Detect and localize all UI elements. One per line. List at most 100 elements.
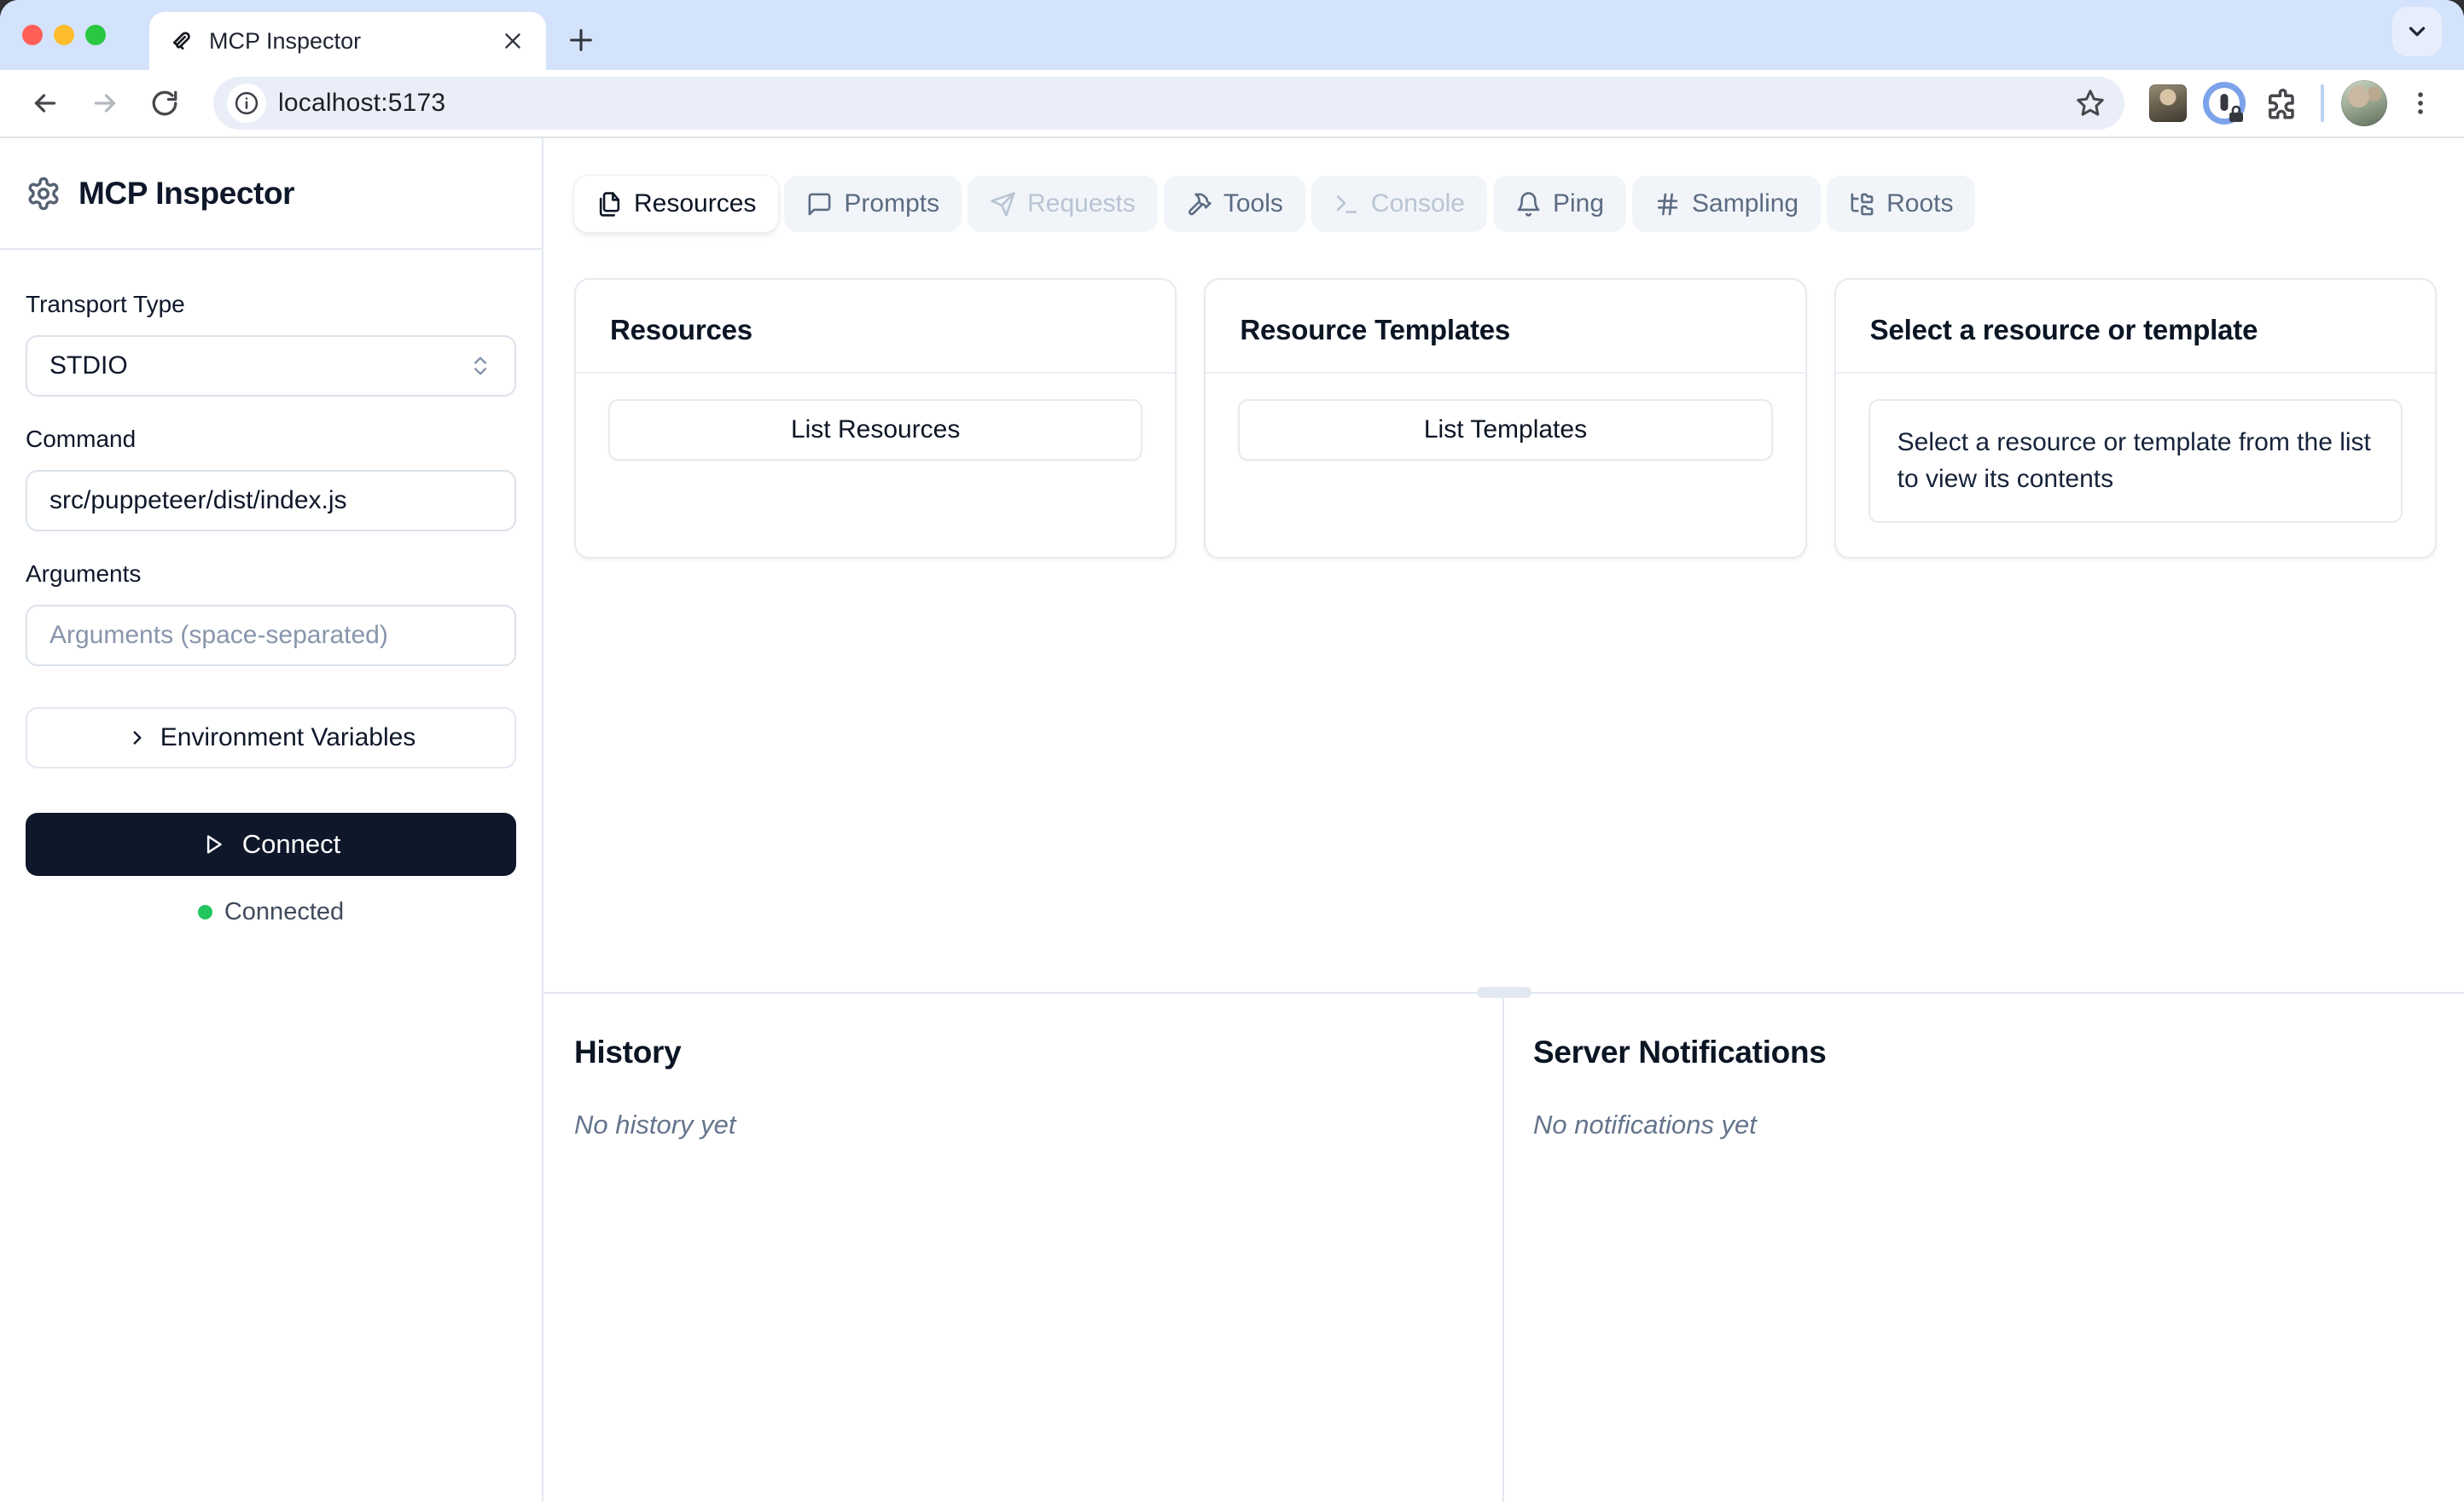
tab-list: Resources Prompts Requests Tools Console… (574, 176, 2437, 232)
tab-resources[interactable]: Resources (574, 176, 779, 232)
browser-window: MCP Inspector localhost:5173 MCP Inspect… (0, 0, 2464, 1502)
bell-icon (1517, 191, 1540, 217)
mcp-inspector-app: MCP Inspector Transport Type STDIO Comma… (0, 138, 2464, 1502)
list-resources-button[interactable]: List Resources (608, 399, 1143, 461)
folder-tree-icon (1851, 193, 1874, 215)
toolbar-separator (2321, 84, 2324, 122)
hash-icon (1657, 193, 1678, 215)
reload-icon (152, 90, 177, 116)
tab-requests[interactable]: Requests (968, 176, 1158, 232)
arguments-field (26, 605, 516, 666)
connection-status: Connected (26, 898, 516, 926)
extension-portrait-icon[interactable] (2143, 78, 2193, 128)
tab-label: Requests (1027, 189, 1136, 217)
reload-button[interactable] (138, 77, 191, 130)
preview-placeholder: Select a resource or template from the l… (1868, 399, 2403, 524)
tab-label: Tools (1223, 189, 1283, 217)
browser-tabstrip: MCP Inspector (0, 0, 2464, 70)
transport-select-value: STDIO (49, 351, 128, 380)
arguments-input[interactable] (49, 621, 492, 650)
url-bar[interactable]: localhost:5173 (213, 77, 2124, 130)
extensions-puzzle-icon[interactable] (2256, 78, 2305, 128)
tab-label: Ping (1552, 189, 1605, 217)
card-resource-templates: Resource Templates List Templates (1204, 278, 1807, 560)
tab-label: Sampling (1692, 189, 1799, 217)
history-empty-text: No history yet (574, 1110, 736, 1140)
connect-button[interactable]: Connect (26, 813, 516, 876)
onepassword-icon[interactable] (2200, 78, 2249, 128)
environment-variables-button[interactable]: Environment Variables (26, 707, 516, 768)
tab-ping[interactable]: Ping (1492, 176, 1627, 232)
window-controls (22, 25, 106, 45)
window-zoom-button[interactable] (85, 25, 106, 45)
card-resources: Resources List Resources (574, 278, 1177, 560)
browser-menu-button[interactable] (2396, 78, 2445, 128)
transport-select[interactable]: STDIO (26, 335, 516, 397)
tab-label: Prompts (844, 189, 940, 217)
arrow-right-icon (94, 94, 116, 113)
kebab-menu-icon (2418, 92, 2423, 114)
arrow-left-icon (34, 94, 56, 113)
browser-tab[interactable]: MCP Inspector (149, 12, 546, 70)
window-close-button[interactable] (22, 25, 43, 45)
tab-search-button[interactable] (2392, 7, 2442, 56)
card-title: Select a resource or template (1835, 280, 2435, 374)
arguments-label: Arguments (26, 560, 142, 587)
status-label: Connected (224, 898, 345, 925)
window-minimize-button[interactable] (54, 25, 74, 45)
sidebar-header: MCP Inspector (0, 138, 542, 250)
command-label: Command (26, 426, 137, 452)
mcp-logo-icon (168, 27, 195, 55)
transport-type-label: Transport Type (26, 291, 185, 317)
close-icon (505, 33, 520, 49)
chevrons-up-down-icon (474, 357, 486, 375)
terminal-icon (1336, 194, 1357, 213)
card-title: Resources (576, 280, 1176, 374)
url-text[interactable]: localhost:5173 (278, 89, 2058, 118)
bookmark-button[interactable] (2070, 83, 2111, 124)
sidebar-form: Transport Type STDIO Command Arguments E… (0, 250, 542, 926)
bottom-panes: History No history yet Server Notificati… (543, 994, 2464, 1502)
tab-console[interactable]: Console (1310, 176, 1487, 232)
tab-sampling[interactable]: Sampling (1632, 176, 1822, 232)
list-templates-button[interactable]: List Templates (1238, 399, 1773, 461)
tab-tools[interactable]: Tools (1163, 176, 1305, 232)
new-tab-button[interactable] (556, 15, 606, 65)
command-input[interactable] (49, 486, 492, 515)
command-field (26, 470, 516, 531)
play-icon (206, 835, 222, 854)
forward-button[interactable] (78, 77, 131, 130)
chevron-down-icon (2409, 26, 2426, 37)
notifications-title: Server Notifications (1533, 1035, 1827, 1070)
divider-drag-handle[interactable] (1476, 987, 1531, 998)
tab-close-button[interactable] (498, 26, 527, 55)
history-panel: History No history yet (543, 994, 1504, 1502)
environment-variables-label: Environment Variables (160, 723, 416, 751)
star-icon (2077, 90, 2104, 116)
top-pane: Resources Prompts Requests Tools Console… (543, 138, 2464, 992)
tab-prompts[interactable]: Prompts (784, 176, 962, 232)
app-title: MCP Inspector (78, 175, 295, 211)
cards-row: Resources List Resources Resource Templa… (574, 278, 2437, 560)
server-notifications-panel: Server Notifications No notifications ye… (1504, 994, 2464, 1502)
files-icon (599, 191, 620, 217)
tab-roots[interactable]: Roots (1827, 176, 1976, 232)
status-dot-icon (197, 905, 212, 919)
pane-divider (543, 987, 2464, 998)
tab-label: Resources (634, 189, 757, 217)
tab-label: Console (1370, 189, 1465, 217)
card-resource-preview: Select a resource or template Select a r… (1833, 278, 2437, 560)
sidebar: MCP Inspector Transport Type STDIO Comma… (0, 138, 543, 1502)
gear-icon (28, 177, 59, 210)
message-square-icon (808, 193, 831, 215)
browser-toolbar: localhost:5173 (0, 70, 2464, 138)
tab-title: MCP Inspector (209, 27, 362, 54)
site-info-icon[interactable] (227, 84, 266, 123)
history-title: History (574, 1035, 682, 1070)
send-icon (991, 191, 1015, 217)
notifications-empty-text: No notifications yet (1533, 1110, 1757, 1140)
back-button[interactable] (19, 77, 72, 130)
profile-avatar[interactable] (2339, 78, 2389, 128)
chevron-right-icon (133, 731, 142, 745)
card-title: Resource Templates (1206, 280, 1805, 374)
